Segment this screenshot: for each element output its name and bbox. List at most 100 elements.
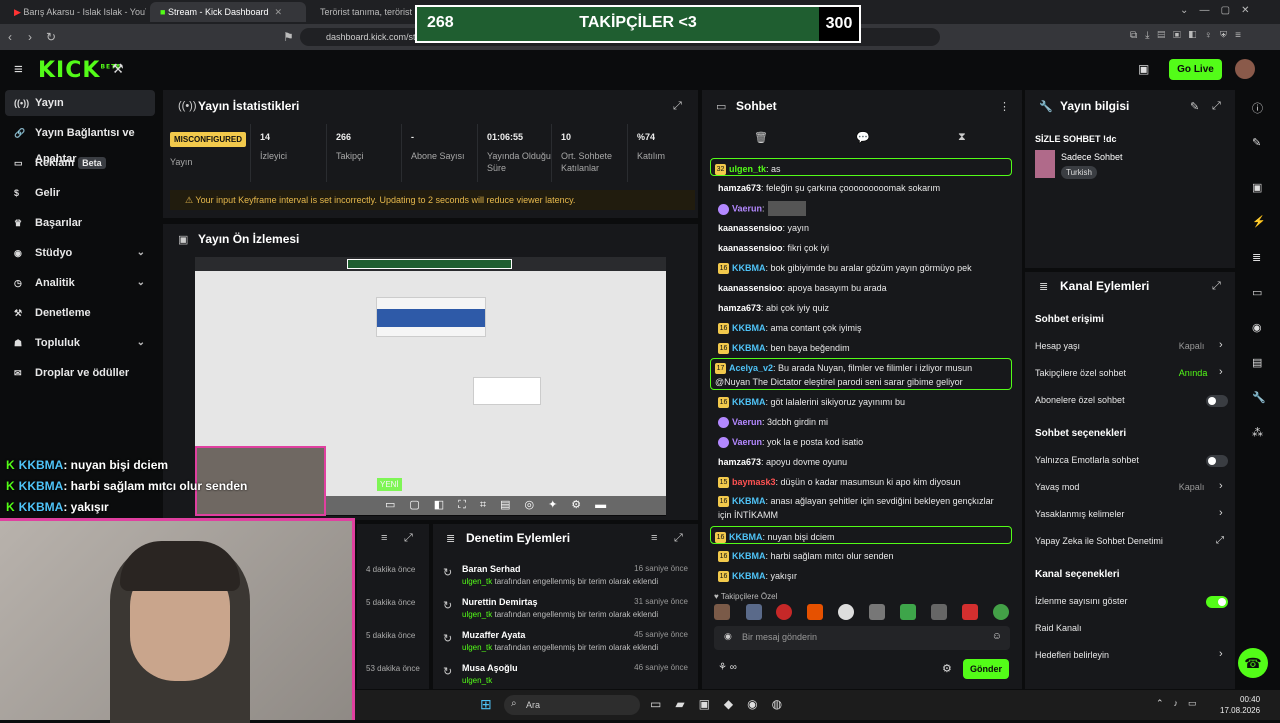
back-icon[interactable]: ‹ (8, 30, 12, 44)
refresh-icon[interactable]: ↻ (443, 566, 452, 579)
wrench-icon[interactable]: 🔧 (1252, 391, 1266, 404)
sidebar-item[interactable]: ◉ Stüdyo ⌄ (5, 240, 155, 266)
chat-username[interactable]: KKBMA (732, 397, 766, 407)
chat-username[interactable]: kaanassensioo (718, 223, 783, 233)
reload-icon[interactable]: ↻ (46, 30, 56, 44)
pen-icon[interactable]: ✎ (1252, 136, 1261, 149)
sidebar-item[interactable]: ♛ Başarılar (5, 210, 155, 236)
emoji-icon[interactable]: ☺ (992, 631, 1002, 642)
chat-username[interactable]: KKBMA (729, 532, 763, 542)
emote-icon[interactable] (807, 604, 823, 620)
avatar[interactable] (1235, 59, 1255, 79)
sidebar-item[interactable]: ▭ Reklam Beta (5, 150, 155, 176)
trash-icon[interactable]: 🗑 (754, 131, 768, 144)
chat-username[interactable]: Acelya_v2 (729, 363, 773, 373)
taskbar-app-icons[interactable]: ▭▰▣◆◉◍ (650, 697, 796, 711)
taskbar-search[interactable]: Ara (504, 695, 640, 715)
refresh-icon[interactable]: ↻ (443, 632, 452, 645)
chat-username[interactable]: hamza673 (718, 183, 761, 193)
chat-username[interactable]: KKBMA (732, 551, 766, 561)
hammer-icon[interactable]: ⚒ (112, 61, 124, 77)
hourglass-icon[interactable]: ⧗ (958, 131, 966, 144)
chat-username[interactable]: Vaerun (732, 417, 762, 427)
refresh-icon[interactable]: ↻ (443, 599, 452, 612)
filter-icon[interactable]: ≡ (381, 532, 387, 544)
chevron-down-icon[interactable]: ⌄ (137, 240, 145, 266)
expand-icon[interactable]: ⤢ (1212, 280, 1221, 293)
chevron-right-icon[interactable]: › (1219, 339, 1223, 351)
emote-icon[interactable] (838, 604, 854, 620)
chat-username[interactable]: KKBMA (732, 496, 766, 506)
chevron-down-icon[interactable]: ⌄ (137, 330, 145, 356)
chat-username[interactable]: hamza673 (718, 303, 761, 313)
windows-start-icon[interactable]: ⊞ (480, 696, 492, 713)
emote-icon[interactable] (776, 604, 792, 620)
chat-username[interactable]: Vaerun (732, 203, 762, 213)
emote-icon[interactable] (931, 604, 947, 620)
panel-icon[interactable]: ▣ (1252, 181, 1262, 194)
studio-icon[interactable]: ▣ (1138, 62, 1149, 76)
support-button[interactable]: ☎ (1238, 648, 1268, 678)
chevron-right-icon[interactable]: › (1219, 366, 1223, 378)
chat-username[interactable]: baymask3 (732, 477, 776, 487)
settings-icon[interactable]: ⚙ (942, 662, 952, 675)
toggle-switch[interactable] (1206, 395, 1228, 407)
chat-tools-icon[interactable]: ⚘ ∞ (718, 662, 737, 673)
bookmark-icon[interactable]: ⚑ (283, 30, 294, 44)
chat-username[interactable]: Vaerun (732, 437, 762, 447)
sidebar-item[interactable]: 🔗 Yayın Bağlantısı ve Anahtar (5, 120, 155, 165)
system-tray-icons[interactable]: ⌃♪▭ (1156, 698, 1207, 709)
chat-username[interactable]: KKBMA (732, 323, 766, 333)
emote-icon[interactable] (900, 604, 916, 620)
chat-username[interactable]: kaanassensioo (718, 283, 783, 293)
edit-icon[interactable]: ✎ (1190, 100, 1199, 113)
more-options-icon[interactable]: ⋮ (999, 100, 1010, 113)
go-live-button[interactable]: Go Live (1169, 59, 1222, 80)
sidebar-item[interactable]: ((•)) Yayın (5, 90, 155, 116)
filter-icon[interactable]: ≡ (651, 532, 657, 544)
emote-icon[interactable] (962, 604, 978, 620)
sidebar-item[interactable]: ◷ Analitik ⌄ (5, 270, 155, 296)
browser-tab[interactable]: Terörist tanıma, terörist t... (310, 2, 414, 22)
expand-icon[interactable]: ⤢ (404, 532, 413, 545)
chat-username[interactable]: kaanassensioo (718, 243, 783, 253)
chat-icon[interactable]: ▭ (1252, 286, 1262, 299)
expand-icon[interactable]: ⤢ (673, 100, 682, 113)
chat-username[interactable]: KKBMA (732, 343, 766, 353)
chevron-right-icon[interactable]: › (1219, 648, 1223, 660)
emote-icon[interactable] (746, 604, 762, 620)
chat-username[interactable]: KKBMA (732, 571, 766, 581)
toggle-switch[interactable] (1206, 596, 1228, 608)
taskbar-clock[interactable]: 00:40 17.08.2026 (1220, 694, 1260, 716)
chat-username[interactable]: hamza673 (718, 457, 761, 467)
chevron-right-icon[interactable]: › (1219, 507, 1223, 519)
expand-icon[interactable]: ⤢ (674, 532, 683, 545)
sidebar-item[interactable]: ☗ Topluluk ⌄ (5, 330, 155, 356)
chat-username[interactable]: KKBMA (732, 263, 766, 273)
chat-mode-icon[interactable]: 💬 (856, 131, 870, 144)
info-icon[interactable]: ⓘ (1252, 100, 1263, 116)
chat-username[interactable]: ulgen_tk (729, 164, 766, 174)
broadcast-icon[interactable]: ◉ (1252, 321, 1262, 334)
sidebar-item[interactable]: $ Gelir (5, 180, 155, 206)
kick-logo[interactable]: KICKBETA (38, 58, 121, 83)
lightning-icon[interactable]: ⚡ (1252, 215, 1266, 228)
browser-extension-icons[interactable]: ⧉⤓▤▣◧♀⛨≡ (1130, 30, 1249, 41)
chevron-down-icon[interactable]: ⌄ (137, 270, 145, 296)
menu-icon[interactable]: ≡ (14, 61, 23, 78)
chevron-right-icon[interactable]: › (1219, 480, 1223, 492)
browser-tab[interactable]: ▶ Barış Akarsu - Islak Islak - YouTube (4, 2, 146, 22)
list-icon[interactable]: ≣ (1252, 251, 1261, 264)
refresh-icon[interactable]: ↻ (443, 665, 452, 678)
close-tab-icon[interactable]: ✕ (274, 7, 282, 17)
server-icon[interactable]: ▤ (1252, 356, 1262, 369)
toggle-switch[interactable] (1206, 455, 1228, 467)
sidebar-item[interactable]: ✉ Droplar ve ödüller (5, 360, 155, 386)
chat-input[interactable]: ◉ Bir mesaj gönderin ☺ (714, 626, 1010, 650)
external-link-icon[interactable]: ⤢ (1216, 535, 1224, 546)
forward-icon[interactable]: › (28, 30, 32, 44)
sidebar-item[interactable]: ⚒ Denetleme (5, 300, 155, 326)
emote-icon[interactable] (993, 604, 1009, 620)
browser-tab-active[interactable]: ■ Stream - Kick Dashboard ✕ (150, 2, 306, 22)
window-controls[interactable]: ⌄ — ▢ ✕ (1180, 5, 1250, 16)
